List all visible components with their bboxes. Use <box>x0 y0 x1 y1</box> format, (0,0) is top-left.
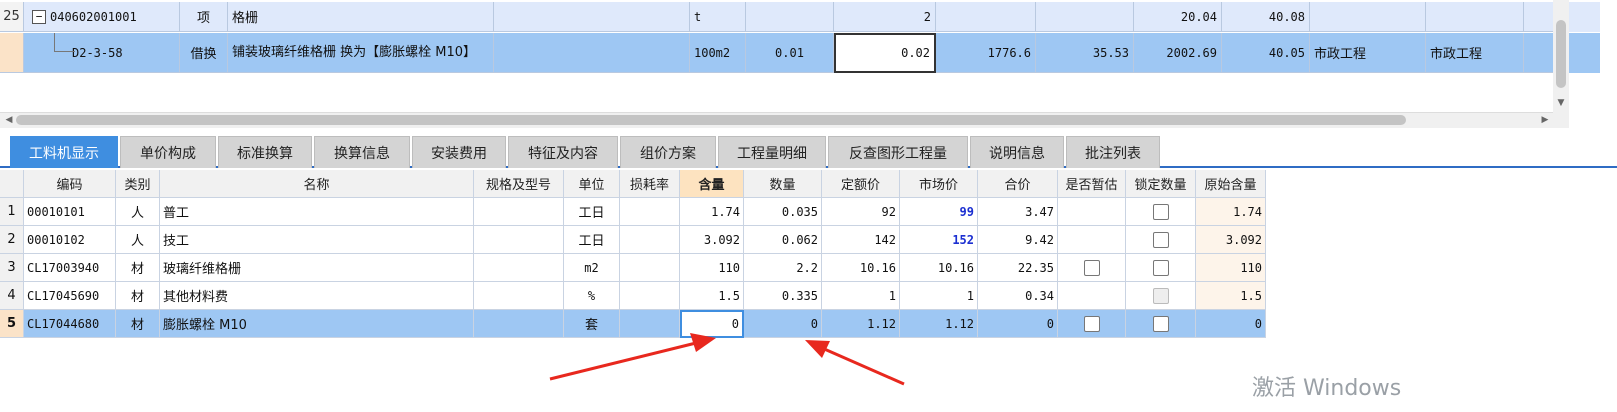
arrow-to-content-icon <box>549 333 716 381</box>
windows-activation-watermark: 激活 Windows <box>1252 376 1402 401</box>
annotation-arrows <box>549 333 905 386</box>
arrow-to-quantity-icon <box>805 340 905 386</box>
